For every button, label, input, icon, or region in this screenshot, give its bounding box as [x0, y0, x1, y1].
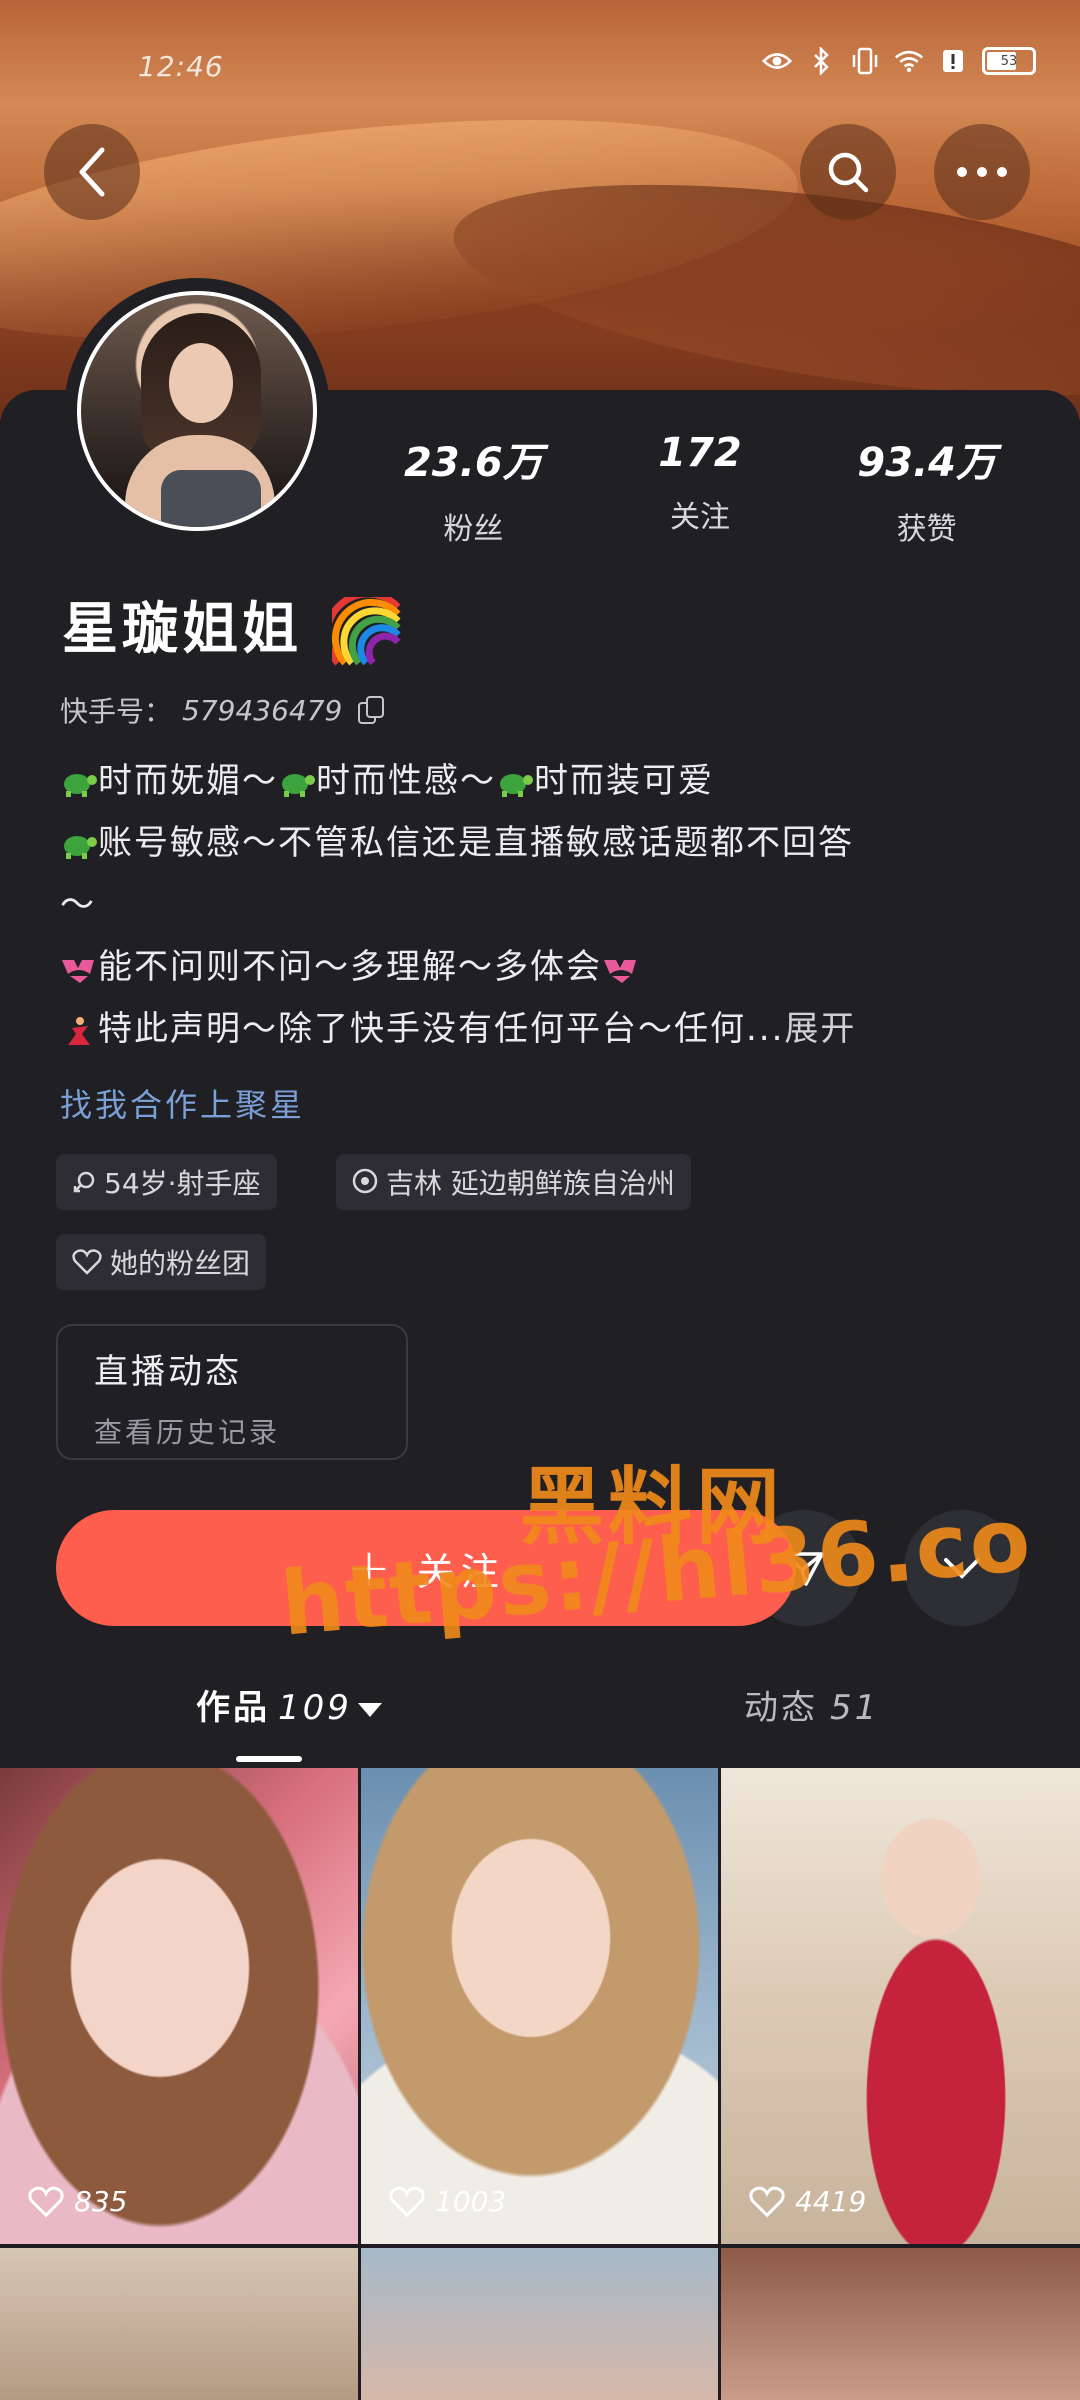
stat-value: 93.4万 — [857, 440, 996, 486]
likes-count: 1003 — [389, 2185, 506, 2218]
profile-bio[interactable]: 时而妩媚～ 时而性感～ 时而装可爱 账号敏感～不管私信还是直播敏感话题都不回答 ～ … — [60, 750, 1020, 1060]
heart-icon — [28, 2186, 64, 2217]
video-thumbnail[interactable] — [721, 2248, 1080, 2400]
wifi-icon — [894, 46, 924, 76]
profile-name: 星璇姐姐 — [62, 584, 404, 669]
dancer-icon — [68, 1016, 90, 1045]
content-tabs: 作品 109 动态 51 — [0, 1680, 1080, 1770]
rainbow-icon — [331, 596, 401, 666]
bio-line: ～ — [60, 885, 96, 925]
status-bar: 12:46 53 — [0, 44, 1080, 84]
turtle-icon — [64, 835, 97, 859]
kuaishou-id: 快手号： 579436479 — [60, 690, 385, 730]
video-thumbnail[interactable] — [361, 2248, 718, 2400]
tab-works[interactable]: 作品 109 — [196, 1680, 382, 1729]
heart-icon — [72, 1249, 102, 1275]
turtle-icon — [282, 773, 315, 797]
tab-dynamic[interactable]: 动态 51 — [744, 1680, 879, 1729]
bikini-icon — [62, 959, 94, 983]
video-thumbnail[interactable]: 835 — [0, 1768, 358, 2244]
stat-fans[interactable]: 23.6万 粉丝 — [383, 430, 563, 548]
stat-likes[interactable]: 93.4万 获赞 — [837, 430, 1017, 548]
bio-line: 时而妩媚～ 时而性感～ 时而装可爱 — [60, 750, 1020, 812]
battery-level: 53 — [1000, 53, 1018, 69]
live-subtitle: 查看历史记录 — [94, 1416, 281, 1449]
profile-stats: 23.6万 粉丝 172 关注 93.4万 获赞 — [360, 430, 1040, 548]
caret-down-icon — [357, 1702, 382, 1717]
stat-label: 粉丝 — [443, 512, 504, 547]
video-thumbnail[interactable]: 1003 — [361, 1768, 718, 2244]
bikini-icon — [604, 959, 636, 983]
id-value: 579436479 — [182, 693, 343, 727]
eye-icon — [762, 46, 792, 76]
avatar[interactable] — [77, 291, 317, 531]
active-tab-indicator — [236, 1756, 302, 1762]
business-link[interactable]: 找我合作上聚星 — [60, 1080, 305, 1126]
video-thumbnail[interactable]: 4419 — [721, 1768, 1080, 2244]
stat-value: 172 — [658, 430, 742, 476]
live-history-card[interactable]: 直播动态 查看历史记录 — [56, 1324, 408, 1460]
heart-icon — [389, 2186, 425, 2217]
bluetooth-icon — [806, 46, 836, 76]
more-options-button[interactable] — [934, 124, 1030, 220]
stat-following[interactable]: 172 关注 — [610, 430, 790, 548]
works-grid: 835 1003 4419 — [0, 1768, 1080, 2400]
back-arrow-icon — [79, 147, 105, 197]
battery-icon: 53 — [982, 47, 1036, 75]
back-button[interactable] — [44, 124, 140, 220]
profile-name-text: 星璇姐姐 — [62, 597, 302, 662]
bio-line: 能不问则不问～多理解～多体会 — [60, 936, 1020, 998]
fans-group-chip[interactable]: 她的粉丝团 — [56, 1234, 267, 1290]
copy-icon[interactable] — [358, 696, 385, 724]
age-chip: 54岁·射手座 — [56, 1154, 277, 1210]
stat-value: 23.6万 — [403, 440, 543, 486]
likes-count: 4419 — [749, 2185, 866, 2218]
alert-icon — [938, 46, 968, 76]
turtle-icon — [64, 773, 97, 797]
live-title: 直播动态 — [94, 1352, 242, 1392]
stat-label: 关注 — [669, 500, 730, 535]
id-label: 快手号： — [60, 695, 173, 728]
gender-female-icon — [73, 1171, 95, 1193]
likes-count: 835 — [28, 2185, 127, 2218]
bio-line: 特此声明～除了快手没有任何平台～任何...展开 — [60, 998, 1020, 1060]
stat-label: 获赞 — [896, 512, 957, 547]
video-thumbnail[interactable] — [0, 2248, 358, 2400]
status-time: 12:46 — [138, 50, 224, 83]
search-button[interactable] — [800, 124, 896, 220]
location-pin-icon — [352, 1168, 378, 1194]
bio-line: 账号敏感～不管私信还是直播敏感话题都不回答 — [60, 812, 1020, 874]
turtle-icon — [500, 773, 533, 797]
expand-bio-link[interactable]: 展开 — [784, 1009, 856, 1049]
vibrate-icon — [850, 46, 880, 76]
location-chip: 吉林 延边朝鲜族自治州 — [336, 1154, 691, 1210]
avatar-frame[interactable] — [64, 278, 330, 544]
search-icon — [828, 152, 869, 193]
status-icons: 53 — [762, 46, 1036, 76]
more-dots-icon — [957, 167, 1007, 177]
heart-icon — [749, 2186, 785, 2217]
